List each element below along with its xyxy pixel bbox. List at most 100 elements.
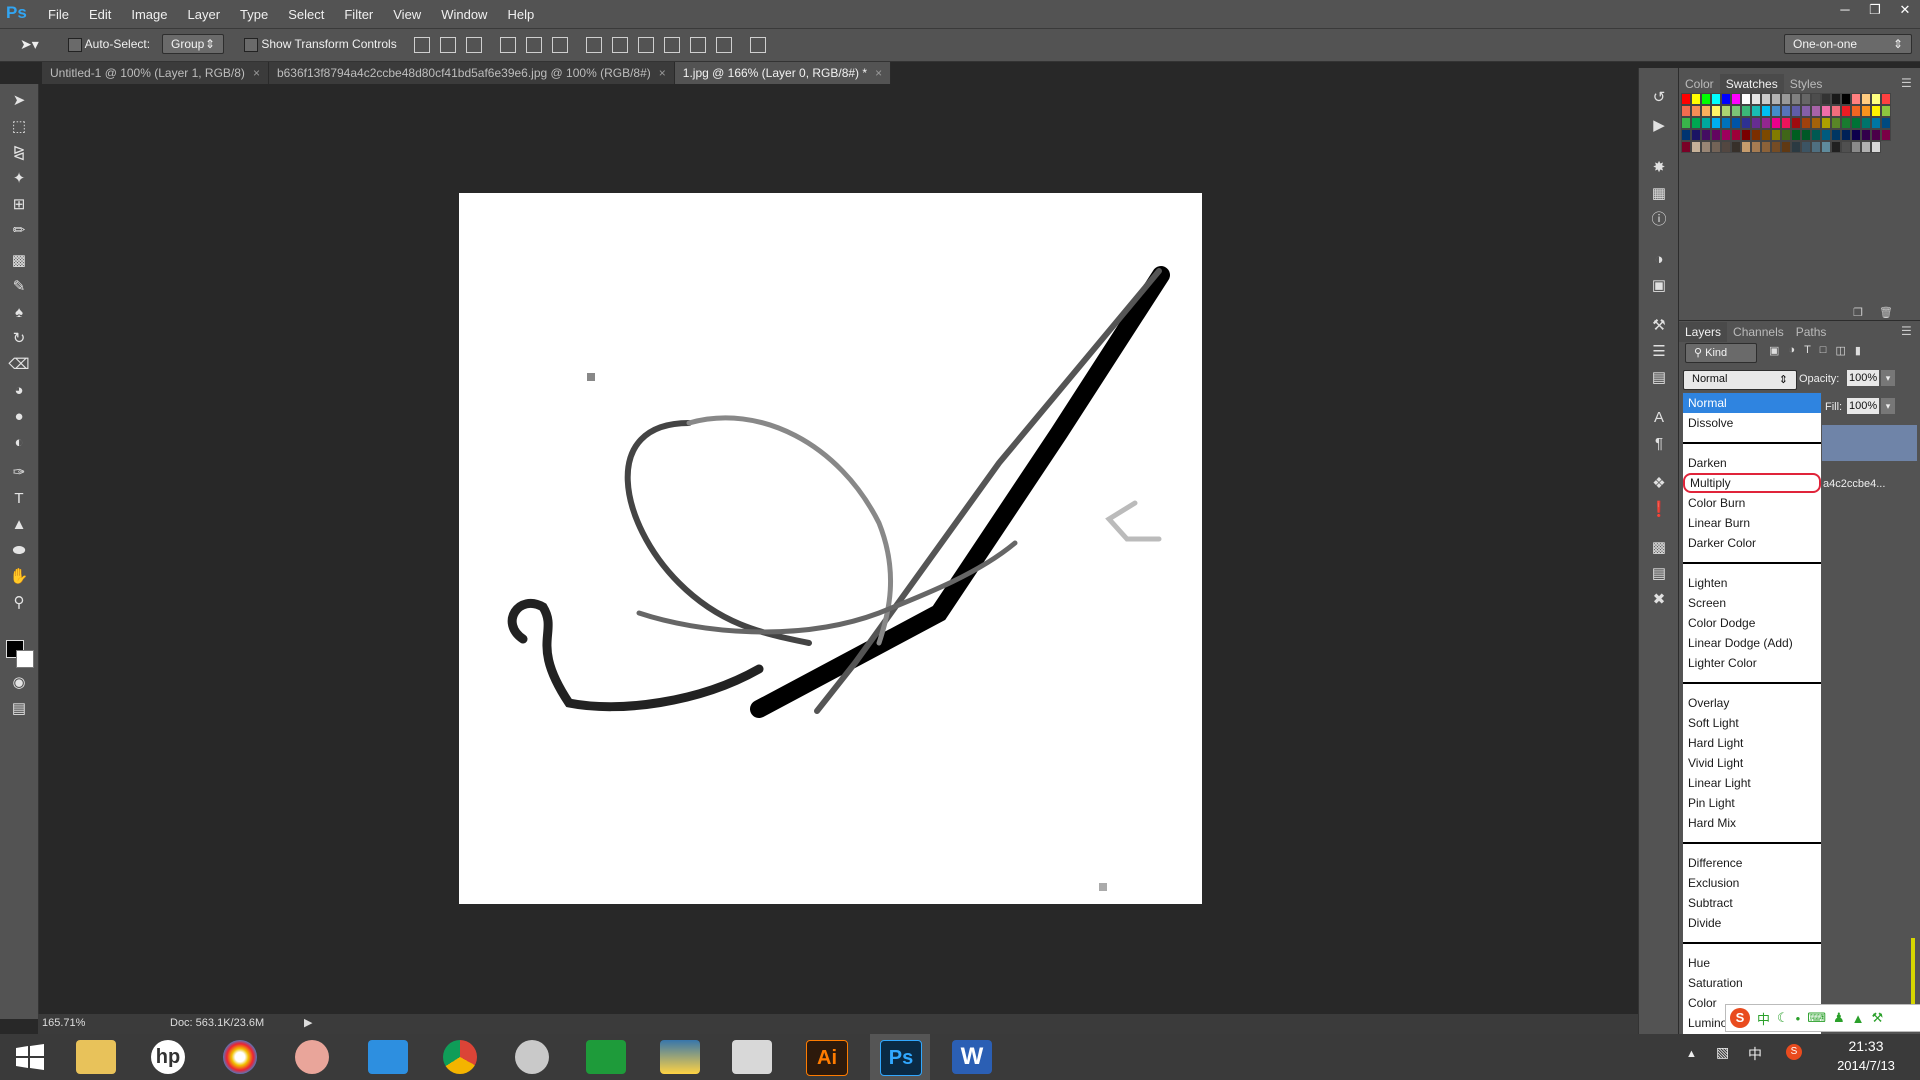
swatch[interactable] [1761,93,1771,105]
swatch[interactable] [1771,129,1781,141]
swatch[interactable] [1871,117,1881,129]
swatch[interactable] [1861,105,1871,117]
timeline-icon[interactable]: ▤ [1649,368,1669,388]
swatch[interactable] [1721,129,1731,141]
swatch[interactable] [1751,141,1761,153]
swatch[interactable] [1791,105,1801,117]
swatch[interactable] [1831,129,1841,141]
distribute-bottom-icon[interactable] [638,37,654,53]
align-left-icon[interactable] [500,37,516,53]
adjustment-filter-icon[interactable]: ◑ [1788,344,1795,357]
sogou-ime-icon[interactable]: S [1730,1008,1750,1028]
swatch[interactable] [1841,129,1851,141]
pen-tool-icon[interactable]: ✑ [8,462,30,484]
type-tool-icon[interactable]: T [8,488,30,510]
panel-menu-icon[interactable]: ☰ [1901,76,1912,90]
tool-presets-icon[interactable]: ⚒ [1649,316,1669,336]
swatch[interactable] [1731,93,1741,105]
swatch[interactable] [1831,105,1841,117]
swatch[interactable] [1701,141,1711,153]
notes-icon[interactable]: ▤ [1649,564,1669,584]
swatch[interactable] [1871,105,1881,117]
tab-styles[interactable]: Styles [1784,74,1829,94]
layer-name[interactable]: a4c2ccbe4... [1823,478,1885,490]
blend-hard-mix[interactable]: Hard Mix [1683,813,1821,833]
crop-tool-icon[interactable]: ⊞ [8,194,30,216]
dodge-tool-icon[interactable]: ◐ [8,432,30,454]
align-top-icon[interactable] [414,37,430,53]
menu-window[interactable]: Window [431,7,497,22]
swatch[interactable] [1731,105,1741,117]
swatch[interactable] [1691,105,1701,117]
swatch[interactable] [1811,129,1821,141]
clock-date[interactable]: 2014/7/13 [1826,1058,1906,1073]
swatch[interactable] [1701,129,1711,141]
layers-panel-menu-icon[interactable]: ☰ [1901,324,1912,338]
auto-select-dropdown[interactable]: Group ⇕ [162,34,224,54]
path-selection-tool-icon[interactable]: ▲ [8,514,30,536]
fill-slider-arrow-icon[interactable]: ▾ [1881,398,1895,414]
ime-mode-label[interactable]: 中 [1757,1009,1770,1028]
swatch[interactable] [1751,129,1761,141]
blend-vivid-light[interactable]: Vivid Light [1683,753,1821,773]
distribute-top-icon[interactable] [586,37,602,53]
blend-soft-light[interactable]: Soft Light [1683,713,1821,733]
blend-color-burn[interactable]: Color Burn [1683,493,1821,513]
auto-select-checkbox[interactable] [68,37,82,52]
delete-swatch-icon[interactable]: 🗑 [1879,306,1893,319]
swatch[interactable] [1681,105,1691,117]
swatch[interactable] [1851,129,1861,141]
swatch[interactable] [1881,117,1891,129]
close-tab-icon[interactable]: × [875,66,882,80]
clone-stamp-tool-icon[interactable]: ♠ [8,302,30,324]
start-button[interactable] [0,1034,60,1080]
swatch[interactable] [1791,93,1801,105]
moon-icon[interactable]: ☾ [1777,1010,1789,1026]
menu-image[interactable]: Image [121,7,177,22]
blend-subtract[interactable]: Subtract [1683,893,1821,913]
pixel-filter-icon[interactable]: ▣ [1769,344,1779,357]
swatch[interactable] [1791,129,1801,141]
blend-saturation[interactable]: Saturation [1683,973,1821,993]
clock-time[interactable]: 21:33 [1838,1038,1894,1054]
swatch[interactable] [1761,117,1771,129]
align-right-icon[interactable] [552,37,568,53]
history-brush-tool-icon[interactable]: ↻ [8,328,30,350]
background-color-swatch[interactable] [16,650,34,668]
distribute-right-icon[interactable] [716,37,732,53]
swatch[interactable] [1801,117,1811,129]
swatch[interactable] [1731,117,1741,129]
zoom-tool-icon[interactable]: ⚲ [8,592,30,614]
blur-tool-icon[interactable]: ● [8,406,30,428]
show-transform-checkbox[interactable] [244,37,258,52]
align-hcenter-icon[interactable] [526,37,542,53]
menu-filter[interactable]: Filter [334,7,383,22]
swatch[interactable] [1861,141,1871,153]
blend-lighter-color[interactable]: Lighter Color [1683,653,1821,673]
lasso-tool-icon[interactable]: ⧎ [8,142,30,164]
restore-icon[interactable]: ❐ [1860,0,1890,20]
menu-view[interactable]: View [383,7,431,22]
swatch[interactable] [1851,117,1861,129]
tab-untitled-1[interactable]: Untitled-1 @ 100% (Layer 1, RGB/8) × [42,62,269,84]
swatch[interactable] [1741,129,1751,141]
swatch[interactable] [1761,141,1771,153]
punctuation-icon[interactable]: • [1796,1011,1801,1026]
swatch[interactable] [1881,129,1891,141]
sogou-tray-icon[interactable]: S [1786,1044,1802,1060]
align-bottom-icon[interactable] [466,37,482,53]
taskbar-hp[interactable]: hp [138,1034,198,1080]
blend-exclusion[interactable]: Exclusion [1683,873,1821,893]
swatch[interactable] [1761,129,1771,141]
swatch[interactable] [1781,117,1791,129]
taskbar-snipping-tool[interactable] [502,1034,562,1080]
menu-type[interactable]: Type [230,7,278,22]
menu-edit[interactable]: Edit [79,7,121,22]
distribute-left-icon[interactable] [664,37,680,53]
swatch[interactable] [1691,129,1701,141]
blend-darken[interactable]: Darken [1683,453,1821,473]
swatch[interactable] [1711,105,1721,117]
clone-source-icon[interactable]: ▦ [1649,184,1669,204]
swatch[interactable] [1681,141,1691,153]
menu-file[interactable]: File [38,7,79,22]
